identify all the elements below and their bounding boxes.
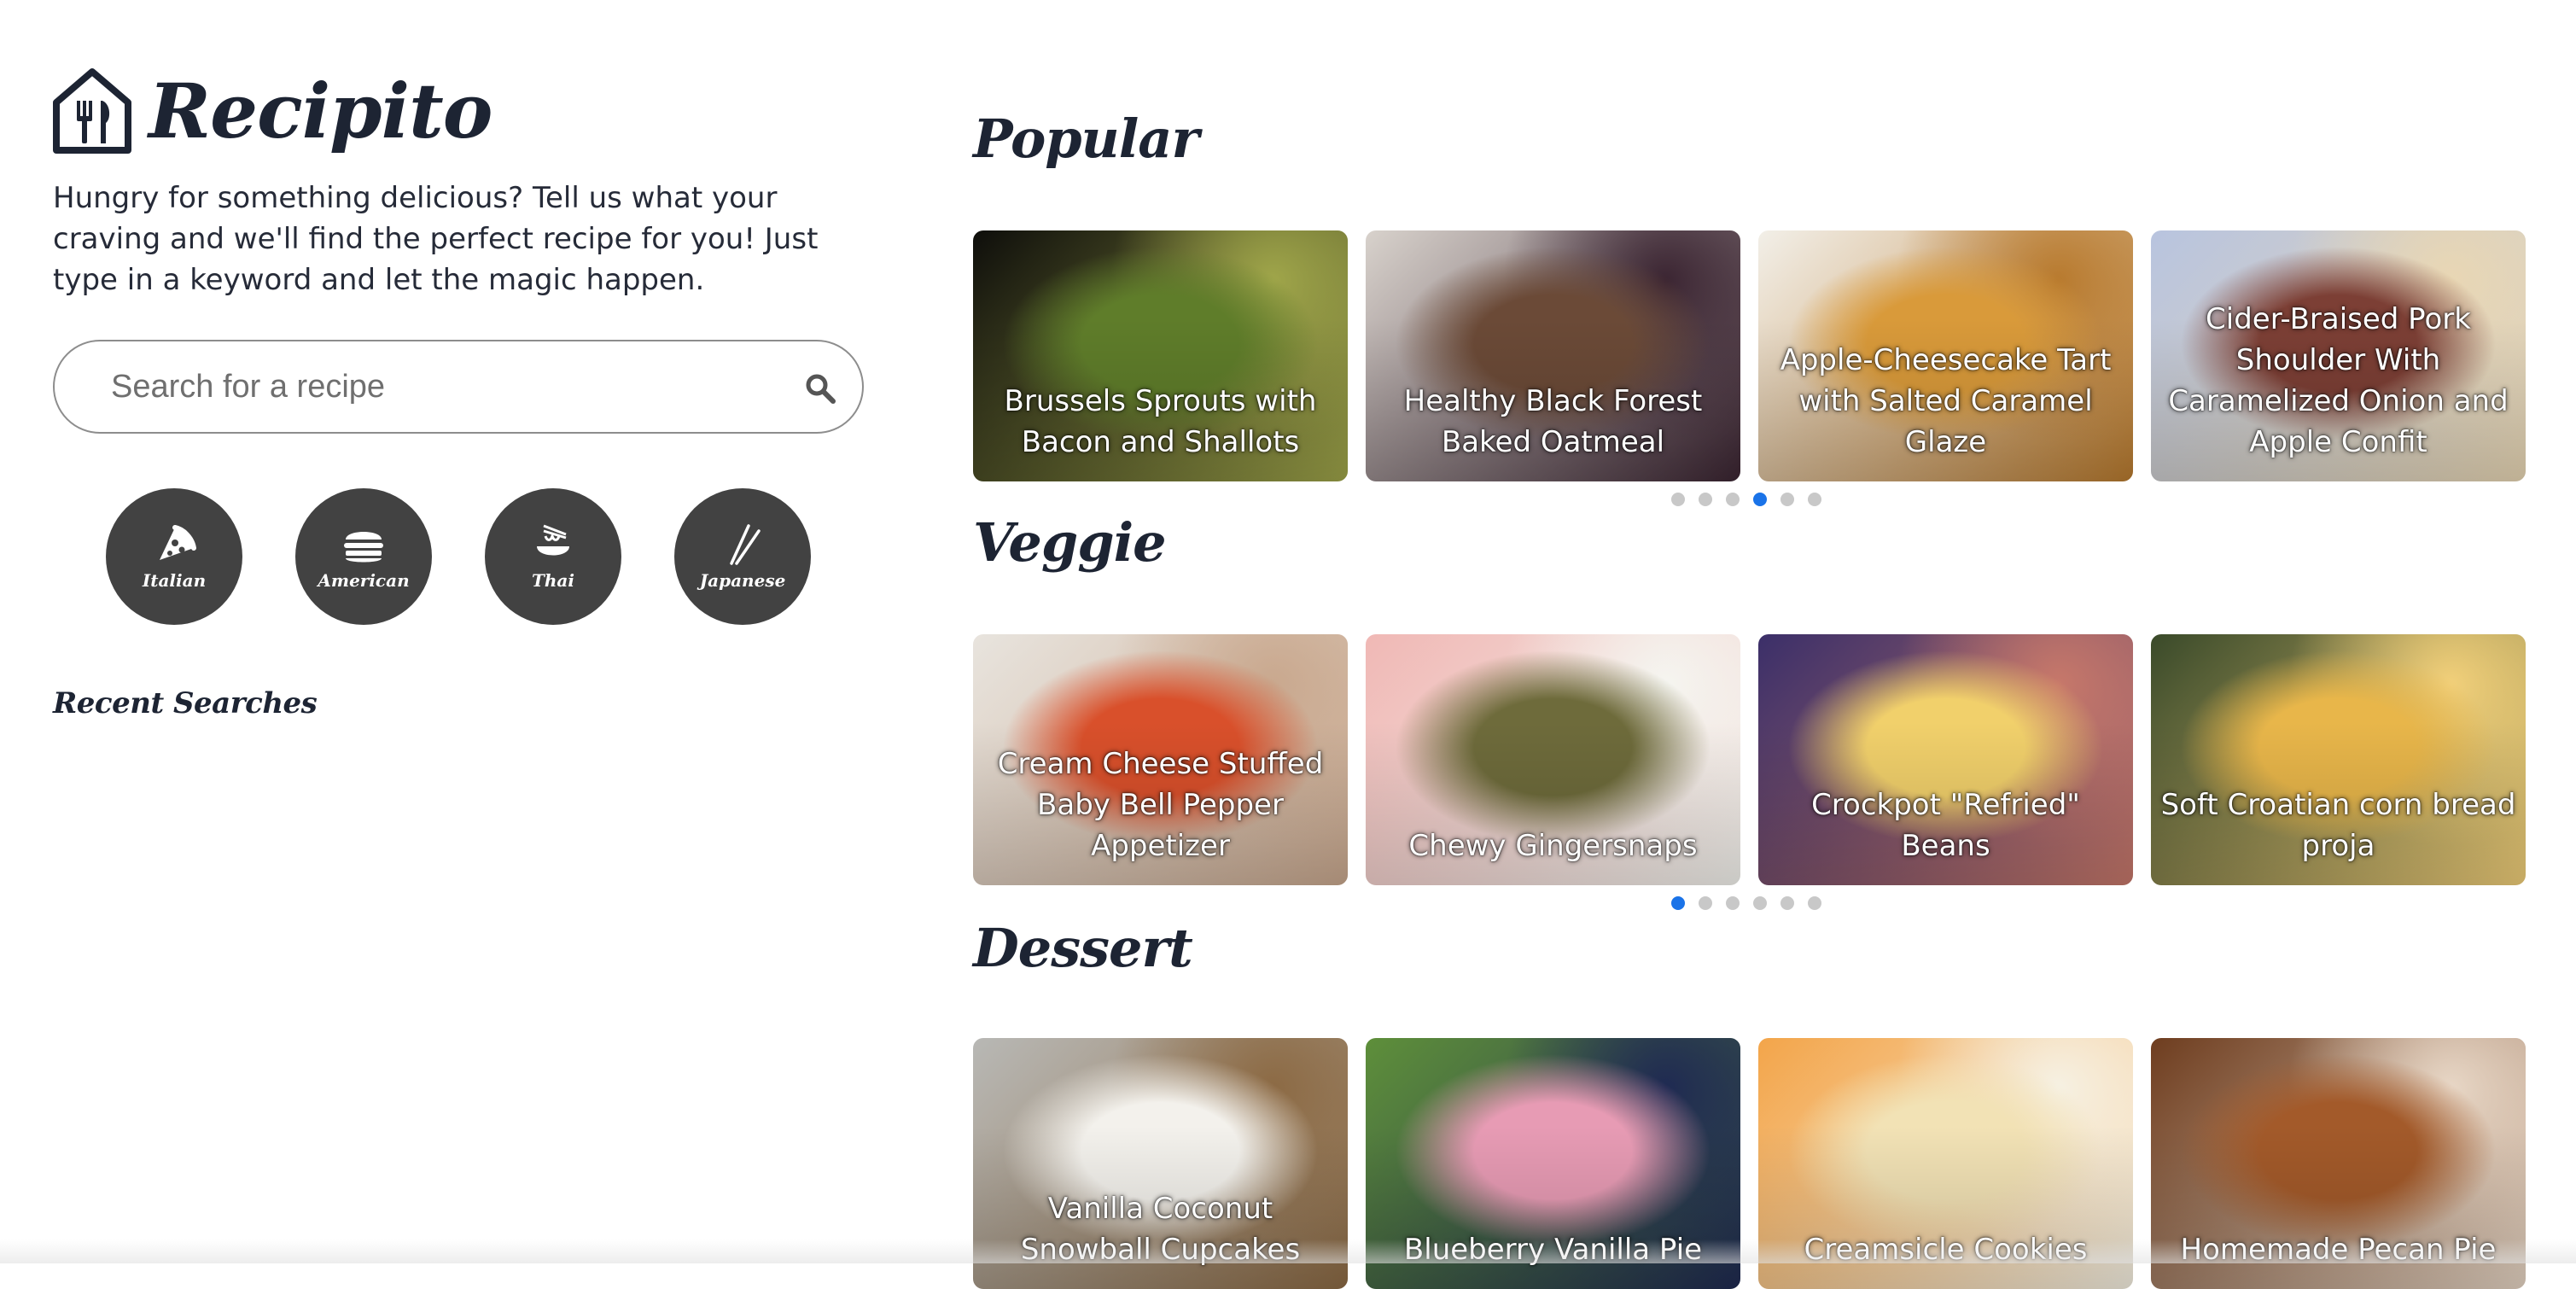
recipe-title: Brussels Sprouts with Bacon and Shallots: [1004, 384, 1317, 459]
carousel-dots-popular: [1671, 493, 1835, 506]
brand-name: Recipito: [149, 67, 492, 155]
carousel-dot[interactable]: [1671, 896, 1685, 910]
burger-icon: [344, 532, 383, 563]
cuisine-button-thai[interactable]: Thai: [485, 488, 621, 625]
carousel-dot[interactable]: [1753, 896, 1767, 910]
carousel-dots-veggie: [1671, 896, 1835, 910]
recipe-card[interactable]: Crockpot "Refried" Beans: [1758, 634, 2133, 885]
carousel-dot[interactable]: [1699, 493, 1712, 506]
cuisine-label: Italian: [142, 570, 207, 591]
cuisine-button-american[interactable]: American: [295, 488, 432, 625]
noodle-bowl-icon: [537, 524, 569, 556]
cuisine-label: Japanese: [699, 570, 786, 591]
recipe-title: Soft Croatian corn bread proja: [2160, 788, 2516, 863]
recent-searches-title: Recent Searches: [53, 686, 318, 720]
house-utensils-icon: [53, 68, 131, 154]
recipe-card[interactable]: Cream Cheese Stuffed Baby Bell Pepper Ap…: [973, 634, 1348, 885]
recipe-card[interactable]: Chewy Gingersnaps: [1366, 634, 1740, 885]
carousel-dot[interactable]: [1808, 493, 1821, 506]
section-title-dessert: Dessert: [973, 917, 1193, 979]
search-box[interactable]: [53, 340, 864, 434]
recipe-card[interactable]: Cider-Braised Pork Shoulder With Caramel…: [2151, 230, 2526, 481]
chopsticks-icon: [730, 524, 761, 565]
pizza-icon: [160, 525, 196, 560]
recipe-title: Cider-Braised Pork Shoulder With Caramel…: [2168, 302, 2509, 459]
carousel-veggie: Cream Cheese Stuffed Baby Bell Pepper Ap…: [973, 634, 2535, 885]
carousel-dot[interactable]: [1726, 896, 1740, 910]
carousel-dot[interactable]: [1780, 896, 1794, 910]
carousel-dot[interactable]: [1753, 493, 1767, 506]
recipe-title: Healthy Black Forest Baked Oatmeal: [1403, 384, 1703, 459]
carousel-popular: Brussels Sprouts with Bacon and Shallots…: [973, 230, 2535, 481]
recipe-card[interactable]: Soft Croatian corn bread proja: [2151, 634, 2526, 885]
section-title-veggie: Veggie: [973, 511, 1167, 574]
carousel-dot[interactable]: [1699, 896, 1712, 910]
cuisine-buttons: Italian American Thai Japanese: [106, 488, 864, 625]
cuisine-button-italian[interactable]: Italian: [106, 488, 242, 625]
cuisine-button-japanese[interactable]: Japanese: [674, 488, 811, 625]
sidebar: Recipito Hungry for something delicious?…: [53, 60, 872, 720]
carousel-dot[interactable]: [1808, 896, 1821, 910]
search-input[interactable]: [109, 360, 778, 413]
recipe-title: Crockpot "Refried" Beans: [1811, 788, 2080, 863]
brand[interactable]: Recipito: [53, 60, 872, 162]
cuisine-label: Thai: [532, 570, 574, 591]
recipe-card[interactable]: Apple-Cheesecake Tart with Salted Carame…: [1758, 230, 2133, 481]
recipe-title: Apple-Cheesecake Tart with Salted Carame…: [1780, 343, 2112, 459]
carousel-dot[interactable]: [1726, 493, 1740, 506]
section-title-popular: Popular: [973, 108, 1199, 170]
recipe-title: Chewy Gingersnaps: [1408, 829, 1698, 863]
bottom-fade: [0, 1239, 2576, 1263]
cuisine-label: American: [318, 570, 410, 591]
tagline: Hungry for something delicious? Tell us …: [53, 181, 819, 297]
search-icon[interactable]: [804, 372, 836, 405]
carousel-dot[interactable]: [1671, 493, 1685, 506]
recipe-title: Cream Cheese Stuffed Baby Bell Pepper Ap…: [997, 747, 1324, 863]
recipe-card[interactable]: Healthy Black Forest Baked Oatmeal: [1366, 230, 1740, 481]
recipe-card[interactable]: Brussels Sprouts with Bacon and Shallots: [973, 230, 1348, 481]
carousel-dot[interactable]: [1780, 493, 1794, 506]
